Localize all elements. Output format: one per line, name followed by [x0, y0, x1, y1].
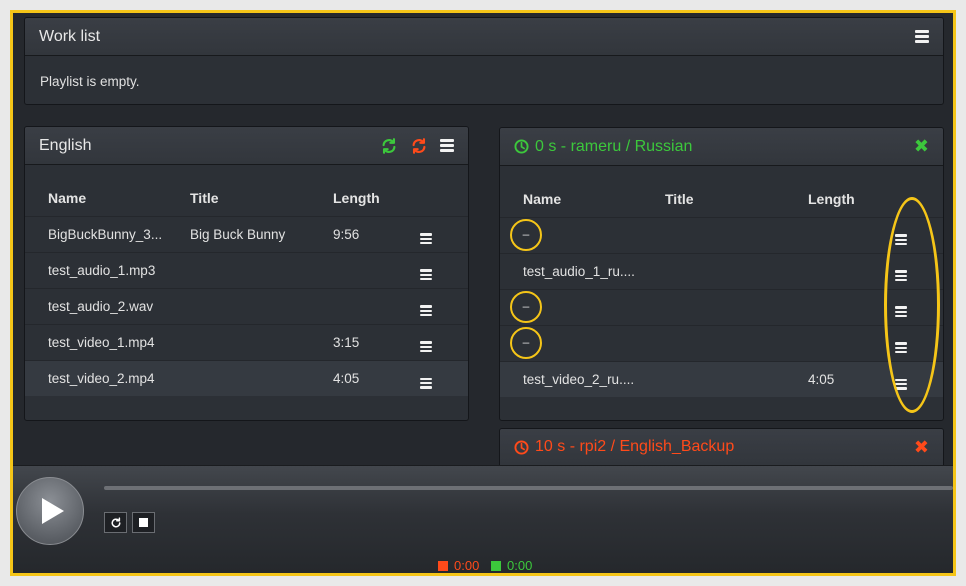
- row-menu-icon[interactable]: [420, 377, 432, 389]
- progress-track[interactable]: [104, 486, 953, 490]
- row-name: test_audio_2.wav: [25, 287, 167, 324]
- table-row[interactable]: test_video_2.mp4 4:05: [25, 359, 468, 396]
- worklist-title: Work list: [39, 27, 101, 45]
- row-length: [785, 216, 895, 253]
- column-header-length[interactable]: Length: [785, 181, 895, 217]
- worklist-header: Work list: [25, 18, 943, 56]
- row-title: [642, 288, 785, 325]
- row-name: test_audio_1_ru....: [500, 252, 642, 289]
- row-length: 4:05: [310, 359, 420, 396]
- row-title: [642, 252, 785, 289]
- column-header-title[interactable]: Title: [642, 181, 785, 217]
- row-name: test_audio_1.mp3: [25, 251, 167, 288]
- close-icon[interactable]: ✖: [914, 136, 929, 157]
- red-status-square: [438, 560, 448, 571]
- play-icon: [42, 498, 64, 524]
- column-header-title[interactable]: Title: [167, 180, 310, 216]
- russian-panel: 0 s - rameru / Russian ✖ Name Title Leng…: [499, 127, 944, 421]
- close-icon[interactable]: ✖: [914, 437, 929, 458]
- english-menu-icon[interactable]: [440, 139, 454, 152]
- table-row[interactable]: test_video_2_ru.... 4:05: [500, 360, 943, 397]
- row-menu-icon[interactable]: [895, 270, 907, 282]
- english-panel: English Name Title Length BigBuckBunny_3…: [24, 126, 469, 421]
- column-header-length[interactable]: Length: [310, 180, 420, 216]
- table-row[interactable]: –: [500, 324, 943, 361]
- row-length: 4:05: [785, 360, 895, 397]
- row-name: BigBuckBunny_3...: [25, 215, 167, 252]
- worklist-empty-text: Playlist is empty.: [40, 74, 140, 89]
- row-menu-icon[interactable]: [420, 341, 432, 353]
- row-menu-icon[interactable]: [420, 233, 432, 245]
- green-time: 0:00: [507, 558, 533, 573]
- clock-icon: [514, 139, 529, 154]
- green-status-square: [491, 560, 501, 571]
- backup-title: 10 s - rpi2 / English_Backup: [535, 438, 735, 455]
- refresh-red-icon[interactable]: [410, 137, 428, 155]
- row-title: [167, 323, 310, 360]
- row-menu-icon[interactable]: [420, 269, 432, 281]
- row-menu-icon[interactable]: [420, 305, 432, 317]
- english-header: English: [25, 127, 468, 165]
- row-name: test_video_2.mp4: [25, 359, 167, 396]
- green-timer: 0:00: [491, 558, 532, 573]
- player-bar: 0:00 0:00: [13, 465, 953, 573]
- red-timer: 0:00: [438, 558, 479, 573]
- row-length: [310, 251, 420, 288]
- row-length: [785, 252, 895, 289]
- row-menu-icon[interactable]: [895, 342, 907, 354]
- row-menu-icon[interactable]: [895, 378, 907, 390]
- refresh-green-icon[interactable]: [380, 137, 398, 155]
- reload-icon: [111, 516, 120, 527]
- app-frame: Work list Playlist is empty. English Nam…: [10, 10, 956, 576]
- backup-header: 10 s - rpi2 / English_Backup ✖: [500, 429, 943, 466]
- table-row[interactable]: –: [500, 288, 943, 325]
- column-header-menu: [895, 181, 943, 217]
- row-title: [167, 287, 310, 324]
- russian-header: 0 s - rameru / Russian ✖: [500, 128, 943, 166]
- row-title: Big Buck Bunny: [167, 215, 310, 252]
- table-row[interactable]: test_audio_1_ru....: [500, 252, 943, 289]
- stop-icon: [139, 518, 148, 527]
- reload-button[interactable]: [104, 512, 127, 533]
- row-title: [642, 324, 785, 361]
- table-row[interactable]: –: [500, 216, 943, 253]
- column-header-menu: [420, 180, 468, 216]
- row-name: –: [510, 291, 542, 323]
- table-row[interactable]: test_audio_2.wav: [25, 287, 468, 324]
- column-header-name[interactable]: Name: [25, 180, 167, 216]
- column-header-name[interactable]: Name: [500, 181, 642, 217]
- table-row[interactable]: test_video_1.mp4 3:15: [25, 323, 468, 360]
- row-menu-icon[interactable]: [895, 306, 907, 318]
- row-title: [642, 360, 785, 397]
- row-title: [642, 216, 785, 253]
- worklist-menu-icon[interactable]: [915, 30, 929, 43]
- table-row[interactable]: BigBuckBunny_3... Big Buck Bunny 9:56: [25, 215, 468, 252]
- russian-title: 0 s - rameru / Russian: [535, 137, 693, 155]
- table-row[interactable]: test_audio_1.mp3: [25, 251, 468, 288]
- row-length: [310, 287, 420, 324]
- english-table: Name Title Length BigBuckBunny_3... Big …: [25, 180, 468, 396]
- row-length: 9:56: [310, 215, 420, 252]
- row-name: –: [510, 327, 542, 359]
- row-name: –: [510, 219, 542, 251]
- row-length: [785, 288, 895, 325]
- worklist-panel: Work list Playlist is empty.: [24, 17, 944, 105]
- row-title: [167, 251, 310, 288]
- clock-icon: [514, 439, 529, 455]
- play-button[interactable]: [16, 477, 84, 545]
- english-title: English: [39, 136, 92, 154]
- row-name: test_video_1.mp4: [25, 323, 167, 360]
- row-title: [167, 359, 310, 396]
- red-time: 0:00: [454, 558, 480, 573]
- row-menu-icon[interactable]: [895, 234, 907, 246]
- row-name: test_video_2_ru....: [500, 360, 642, 397]
- row-length: 3:15: [310, 323, 420, 360]
- russian-table: Name Title Length – test_audio_1_ru....: [500, 181, 943, 397]
- stop-button[interactable]: [132, 512, 155, 533]
- row-length: [785, 324, 895, 361]
